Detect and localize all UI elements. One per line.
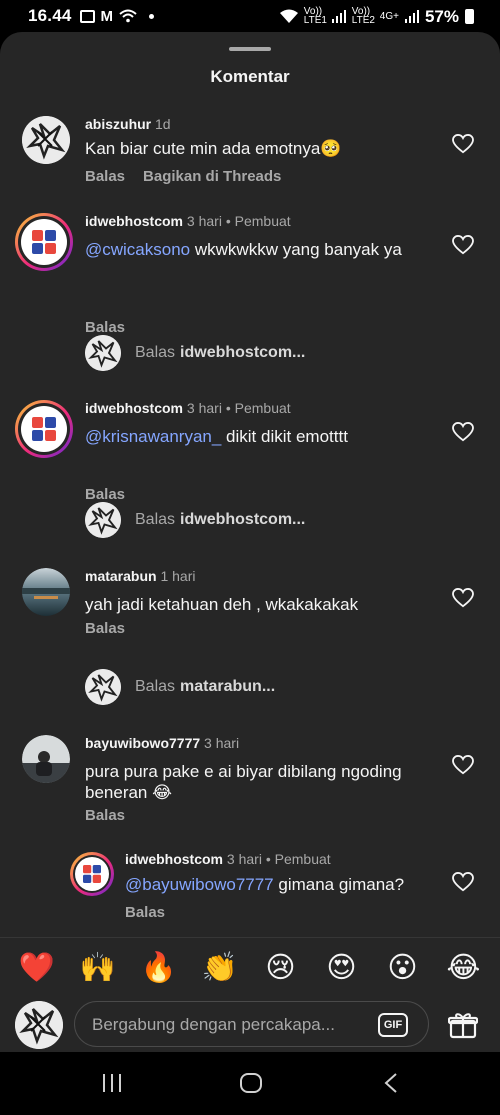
sheet-title: Komentar	[210, 67, 290, 86]
back-icon[interactable]	[382, 1072, 400, 1094]
comment-actions: Balas	[85, 319, 125, 336]
wifi-call-icon	[119, 9, 137, 23]
comment-actions: Balas	[85, 486, 125, 503]
emoji-crying-button[interactable]: 😢	[259, 950, 303, 984]
sheet-drag-handle[interactable]	[229, 47, 271, 51]
home-icon[interactable]	[239, 1072, 263, 1094]
sim2-label: Vo)) LTE2	[351, 6, 375, 26]
creator-tag: • Pembuat	[225, 400, 291, 416]
comment-meta: idwebhostcom 3 hari • Pembuat	[85, 400, 291, 416]
avatar[interactable]	[22, 568, 70, 616]
comment-meta: bayuwibowo7777 3 hari	[85, 735, 239, 751]
comment-time: 1 hari	[160, 568, 196, 584]
reply-button[interactable]: Balas	[85, 168, 125, 185]
like-heart-icon[interactable]	[452, 134, 474, 154]
reply-button[interactable]: Balas	[85, 807, 125, 824]
comment-text: yah jadi ketahuan deh , wkakakakak	[85, 595, 359, 614]
avatar[interactable]	[22, 735, 70, 783]
creator-tag: • Pembuat	[225, 213, 291, 229]
comment-text: @krisnawanryan_ dikit dikit emotttt	[85, 427, 348, 446]
emoji-fire-button[interactable]: 🔥	[137, 950, 181, 985]
emoji-clap-button[interactable]: 👏	[198, 950, 242, 985]
emoji-raised-hands-button[interactable]: 🙌	[76, 950, 120, 985]
gif-button[interactable]: GIF	[378, 1013, 408, 1037]
battery-icon	[465, 8, 474, 24]
reply-button[interactable]: Balas	[85, 319, 125, 336]
recent-apps-icon[interactable]	[101, 1072, 123, 1094]
comment-time: 3 hari	[186, 213, 222, 229]
mention-link[interactable]: @bayuwibowo7777	[125, 875, 274, 894]
like-heart-icon[interactable]	[452, 235, 474, 255]
battery-percent: 57%	[424, 6, 459, 26]
view-replies-link[interactable]: Balas matarabun...	[85, 669, 275, 705]
mention-link[interactable]: @cwicaksono	[85, 240, 190, 259]
quick-emoji-bar: ❤️ 🙌 🔥 👏 😢 😍 😮 😂	[0, 945, 500, 989]
avatar[interactable]	[15, 213, 73, 271]
system-nav-bar	[0, 1052, 500, 1115]
gmail-notification-icon: M	[100, 7, 114, 25]
more-notifications-dot	[149, 13, 155, 19]
gift-icon[interactable]	[448, 1011, 478, 1039]
comment-username[interactable]: idwebhostcom	[85, 400, 183, 416]
comment-actions: Balas	[85, 620, 125, 637]
my-avatar	[15, 1001, 63, 1049]
like-heart-icon[interactable]	[452, 755, 474, 775]
emoji-laughing-button[interactable]: 😂	[442, 950, 486, 984]
system-icons: Vo)) LTE1 Vo)) LTE2 4G+ 57%	[279, 6, 474, 26]
avatar	[85, 502, 121, 538]
emoji-heart-button[interactable]: ❤️	[15, 950, 59, 985]
comment-actions: Balas	[85, 807, 125, 824]
comment-composer: Bergabung dengan percakapa... GIF	[0, 999, 500, 1051]
comment-username[interactable]: abiszuhur	[85, 116, 151, 132]
share-threads-button[interactable]: Bagikan di Threads	[143, 168, 281, 185]
comment-text: pura pura pake e ai biyar dibilang ngodi…	[85, 762, 402, 802]
emoji-heart-eyes-button[interactable]: 😍	[320, 950, 364, 984]
signal1-icon	[331, 9, 346, 23]
comments-sheet: Komentar abiszuhur 1d Kan biar cute min …	[0, 32, 500, 1052]
sim1-label: Vo)) LTE1	[303, 6, 327, 26]
creator-tag: • Pembuat	[265, 851, 331, 867]
comment-time: 1d	[155, 116, 171, 132]
gallery-notification-icon	[79, 9, 95, 23]
notification-icons: M	[79, 7, 155, 25]
like-heart-icon[interactable]	[452, 422, 474, 442]
comment-actions: Balas	[125, 904, 165, 921]
comment-username[interactable]: bayuwibowo7777	[85, 735, 200, 751]
network-type: 4G+	[379, 10, 399, 22]
comment-meta: idwebhostcom 3 hari • Pembuat	[85, 213, 291, 229]
like-heart-icon[interactable]	[452, 588, 474, 608]
view-replies-link[interactable]: Balas idwebhostcom...	[85, 502, 305, 538]
comment-username[interactable]: idwebhostcom	[85, 213, 183, 229]
wifi-icon	[279, 9, 298, 23]
divider	[0, 937, 500, 938]
avatar	[85, 669, 121, 705]
reply-button[interactable]: Balas	[85, 620, 125, 637]
like-heart-icon[interactable]	[452, 872, 474, 892]
comment-time: 3 hari	[186, 400, 222, 416]
avatar[interactable]	[22, 116, 70, 164]
emoji-surprised-button[interactable]: 😮	[381, 950, 425, 984]
comment-input[interactable]: Bergabung dengan percakapa...	[74, 1001, 429, 1047]
comment-actions: Balas Bagikan di Threads	[85, 168, 281, 185]
avatar	[85, 335, 121, 371]
avatar[interactable]	[70, 852, 114, 896]
reply-button[interactable]: Balas	[85, 486, 125, 503]
comment-meta: abiszuhur 1d	[85, 116, 171, 132]
status-bar: 16.44 M Vo)) LTE1 Vo)) LTE2 4G+ 57%	[0, 0, 500, 32]
mention-link[interactable]: @krisnawanryan_	[85, 427, 221, 446]
avatar[interactable]	[15, 400, 73, 458]
comment-username[interactable]: idwebhostcom	[125, 851, 223, 867]
signal2-icon	[404, 9, 419, 23]
comment-time: 3 hari	[226, 851, 262, 867]
comment-meta: matarabun 1 hari	[85, 568, 196, 584]
comment-text: @cwicaksono wkwkwkkw yang banyak ya	[85, 240, 402, 259]
comment-meta: idwebhostcom 3 hari • Pembuat	[125, 851, 331, 867]
view-replies-link[interactable]: Balas idwebhostcom...	[85, 335, 305, 371]
status-time: 16.44	[28, 6, 72, 25]
reply-button[interactable]: Balas	[125, 904, 165, 921]
comment-text: Kan biar cute min ada emotnya🥺	[85, 139, 342, 158]
comment-time: 3 hari	[204, 735, 240, 751]
comment-text: @bayuwibowo7777 gimana gimana?	[125, 875, 405, 894]
comment-username[interactable]: matarabun	[85, 568, 157, 584]
